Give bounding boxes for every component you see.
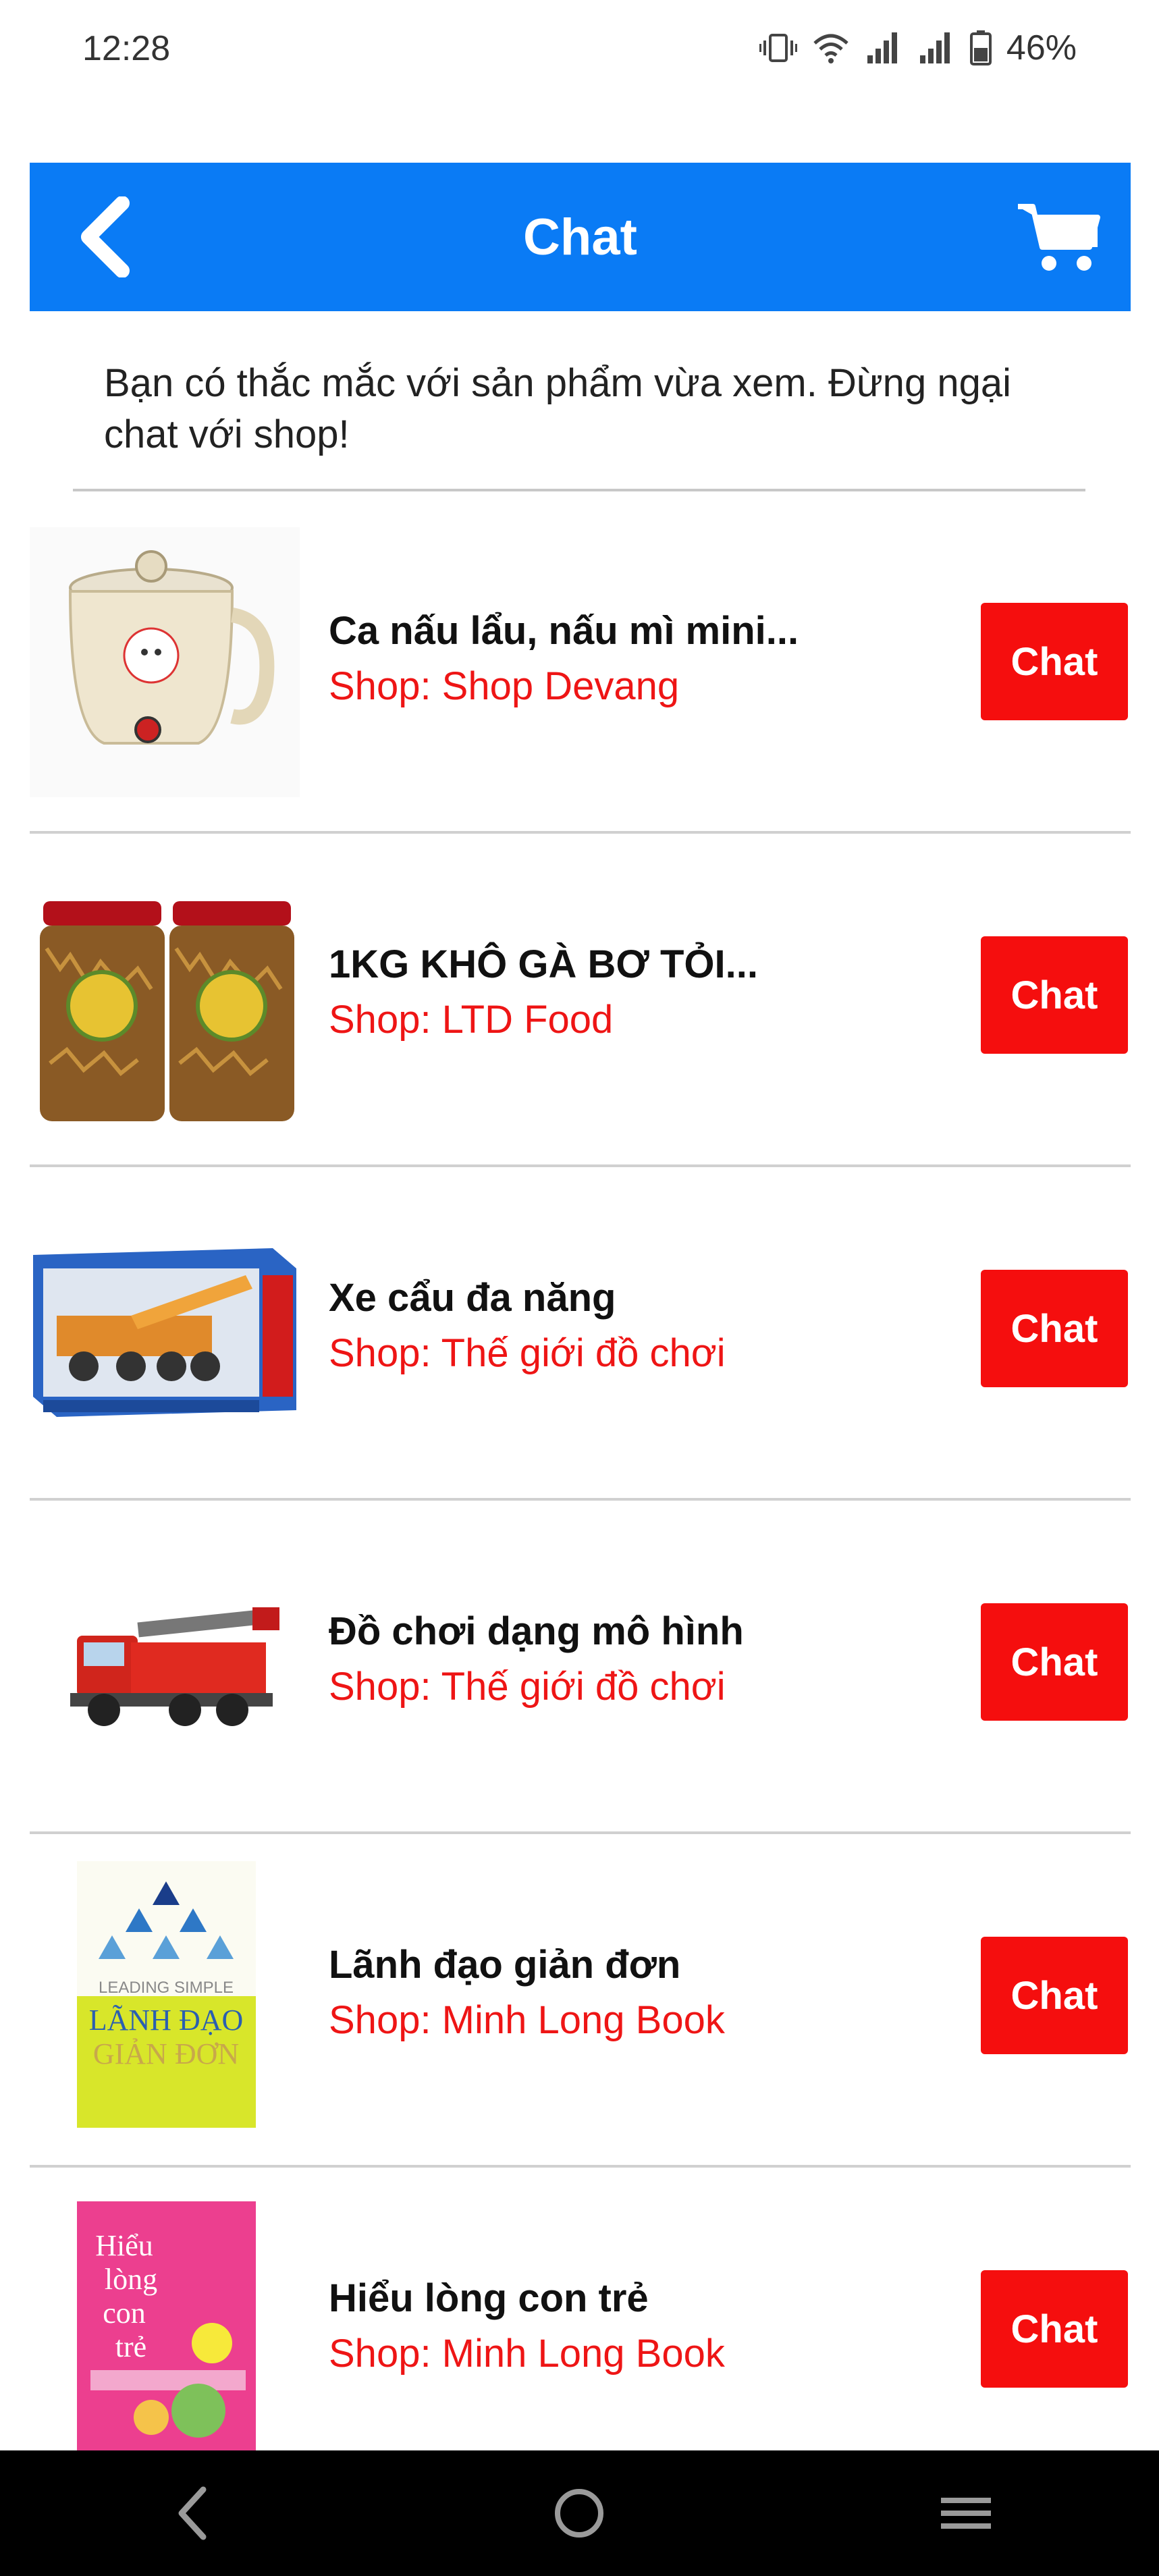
product-thumbnail-food	[30, 861, 300, 1131]
chat-button[interactable]: Chat	[981, 1937, 1128, 2054]
nav-back-icon	[178, 2486, 207, 2540]
book-cover-word-1: Hiểu	[95, 2229, 153, 2262]
book-cover-word-3: con	[103, 2297, 146, 2330]
shop-name[interactable]: Shop: Minh Long Book	[329, 1991, 977, 2049]
nav-back-button[interactable]	[139, 2459, 247, 2567]
product-chat-list: Ca nấu lẩu, nấu mì mini... Shop: Shop De…	[30, 500, 1131, 2501]
product-name[interactable]: Lãnh đạo giản đơn	[329, 1939, 977, 1991]
status-icons: 46%	[759, 24, 1077, 72]
item-info: Lãnh đạo giản đơn Shop: Minh Long Book	[329, 1939, 977, 2049]
book-cover-title-2: GIẢN ĐƠN	[93, 2037, 239, 2070]
item-info: Ca nấu lẩu, nấu mì mini... Shop: Shop De…	[329, 605, 977, 716]
status-bar: 12:28 46%	[0, 0, 1159, 95]
signal-icon-2	[919, 32, 950, 63]
product-thumbnail-crane	[30, 1194, 300, 1464]
product-thumbnail-book-leadership: LEADING SIMPLE LÃNH ĐẠO GIẢN ĐƠN	[30, 1861, 300, 2131]
book-cover-subtitle: LEADING SIMPLE	[99, 1979, 234, 1997]
divider	[73, 489, 1085, 491]
chat-button[interactable]: Chat	[981, 1270, 1128, 1387]
list-item: 1KG KHÔ GÀ BƠ TỎI... Shop: LTD Food Chat	[30, 834, 1131, 1167]
system-nav-bar	[0, 2450, 1159, 2576]
item-info: Hiểu lòng con trẻ Shop: Minh Long Book	[329, 2272, 977, 2383]
wifi-icon	[813, 34, 848, 63]
chat-button[interactable]: Chat	[981, 603, 1128, 720]
product-name[interactable]: 1KG KHÔ GÀ BƠ TỎI...	[329, 938, 977, 991]
battery-percent: 46%	[1006, 28, 1077, 68]
status-time: 12:28	[82, 29, 171, 68]
product-thumbnail-firetruck	[30, 1528, 300, 1798]
chat-button[interactable]: Chat	[981, 1603, 1128, 1721]
item-info: Đồ chơi dạng mô hình Shop: Thế giới đồ c…	[329, 1605, 977, 1716]
shop-name[interactable]: Shop: LTD Food	[329, 991, 977, 1049]
product-name[interactable]: Hiểu lòng con trẻ	[329, 2272, 977, 2325]
product-thumbnail-pot	[30, 527, 300, 797]
product-name[interactable]: Đồ chơi dạng mô hình	[329, 1605, 977, 1658]
cart-icon	[1018, 204, 1100, 271]
cart-button[interactable]	[1012, 196, 1106, 277]
app-header: Chat	[30, 163, 1131, 311]
product-thumbnail-book-children: Hiểu lòng con trẻ	[30, 2195, 300, 2465]
nav-menu-icon	[940, 2498, 991, 2529]
book-cover-word-2: lòng	[105, 2263, 157, 2296]
product-name[interactable]: Ca nấu lẩu, nấu mì mini...	[329, 605, 977, 658]
shop-name[interactable]: Shop: Thế giới đồ chơi	[329, 1324, 977, 1383]
shop-name[interactable]: Shop: Thế giới đồ chơi	[329, 1658, 977, 1716]
chat-button[interactable]: Chat	[981, 2270, 1128, 2388]
chat-button[interactable]: Chat	[981, 936, 1128, 1054]
list-item: Đồ chơi dạng mô hình Shop: Thế giới đồ c…	[30, 1501, 1131, 1834]
battery-icon	[969, 30, 992, 65]
signal-icon	[867, 32, 897, 63]
item-info: Xe cẩu đa năng Shop: Thế giới đồ chơi	[329, 1272, 977, 1383]
nav-home-icon	[555, 2489, 604, 2538]
list-item: Xe cẩu đa năng Shop: Thế giới đồ chơi Ch…	[30, 1167, 1131, 1501]
intro-text: Bạn có thắc mắc với sản phẩm vừa xem. Đừ…	[104, 361, 1011, 456]
list-item: Ca nấu lẩu, nấu mì mini... Shop: Shop De…	[30, 500, 1131, 834]
page-title: Chat	[523, 208, 637, 266]
book-cover-word-4: trẻ	[115, 2330, 146, 2363]
shop-name[interactable]: Shop: Shop Devang	[329, 658, 977, 716]
item-info: 1KG KHÔ GÀ BƠ TỎI... Shop: LTD Food	[329, 938, 977, 1049]
book-cover-title-1: LÃNH ĐẠO	[89, 2004, 244, 2037]
nav-home-button[interactable]	[525, 2459, 633, 2567]
nav-menu-button[interactable]	[912, 2459, 1020, 2567]
list-item: LEADING SIMPLE LÃNH ĐẠO GIẢN ĐƠN Lãnh đạ…	[30, 1834, 1131, 2168]
shop-name[interactable]: Shop: Minh Long Book	[329, 2325, 977, 2383]
vibrate-icon	[759, 34, 797, 62]
product-name[interactable]: Xe cẩu đa năng	[329, 1272, 977, 1324]
